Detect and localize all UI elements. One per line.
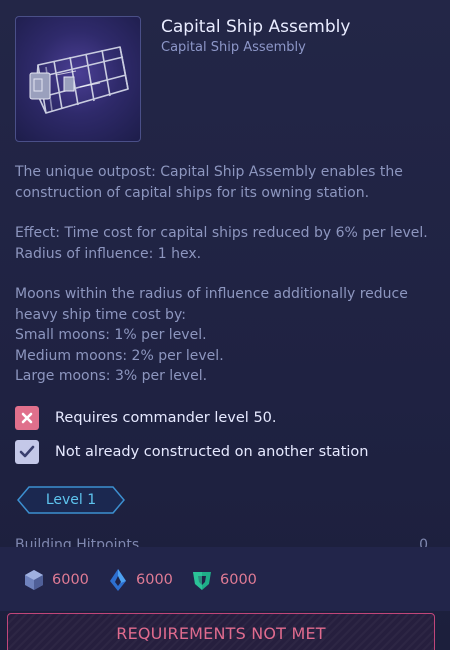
level-label: Level 1 [45, 492, 97, 508]
small-moons-text: Small moons: 1% per level. [15, 327, 207, 343]
cost-value: 6000 [52, 572, 89, 588]
description-effect: Effect: Time cost for capital ships redu… [15, 223, 435, 264]
requirement-label: Requires commander level 50. [55, 410, 277, 426]
check-icon [15, 440, 39, 464]
description-moons: Moons within the radius of influence add… [15, 284, 435, 387]
requirements-not-met-button[interactable]: REQUIREMENTS NOT MET [7, 613, 435, 650]
moons-intro-text: Moons within the radius of influence add… [15, 286, 408, 323]
effect-text: Effect: Time cost for capital ships redu… [15, 225, 428, 241]
radius-text: Radius of influence: 1 hex. [15, 245, 202, 262]
gas-shield-icon [193, 572, 211, 590]
requirement-commander-level: Requires commander level 50. [15, 406, 277, 430]
cost-gas: 6000 [190, 568, 257, 592]
cost-metal: 6000 [22, 568, 89, 592]
building-info-panel: Capital Ship Assembly Capital Ship Assem… [0, 0, 450, 650]
cost-value: 6000 [220, 572, 257, 588]
medium-moons-text: Medium moons: 2% per level. [15, 347, 224, 364]
cost-value: 6000 [136, 572, 173, 588]
ship-assembly-frame-icon [29, 46, 129, 114]
requirement-label: Not already constructed on another stati… [55, 444, 369, 460]
level-badge: Level 1 [17, 486, 125, 514]
x-icon [15, 406, 39, 430]
building-image [15, 16, 141, 142]
button-label: REQUIREMENTS NOT MET [116, 624, 326, 643]
large-moons-text: Large moons: 3% per level. [15, 368, 208, 384]
crystal-icon [110, 569, 126, 591]
description-intro: The unique outpost: Capital Ship Assembl… [15, 164, 403, 201]
metal-cube-icon [25, 570, 43, 590]
requirement-unique-station: Not already constructed on another stati… [15, 440, 368, 464]
building-subtitle: Capital Ship Assembly [161, 40, 306, 55]
hitpoints-value: 0 [419, 537, 428, 547]
building-title: Capital Ship Assembly [161, 17, 351, 37]
hitpoints-label: Building Hitpoints [15, 537, 140, 547]
cost-crystal: 6000 [106, 568, 173, 592]
